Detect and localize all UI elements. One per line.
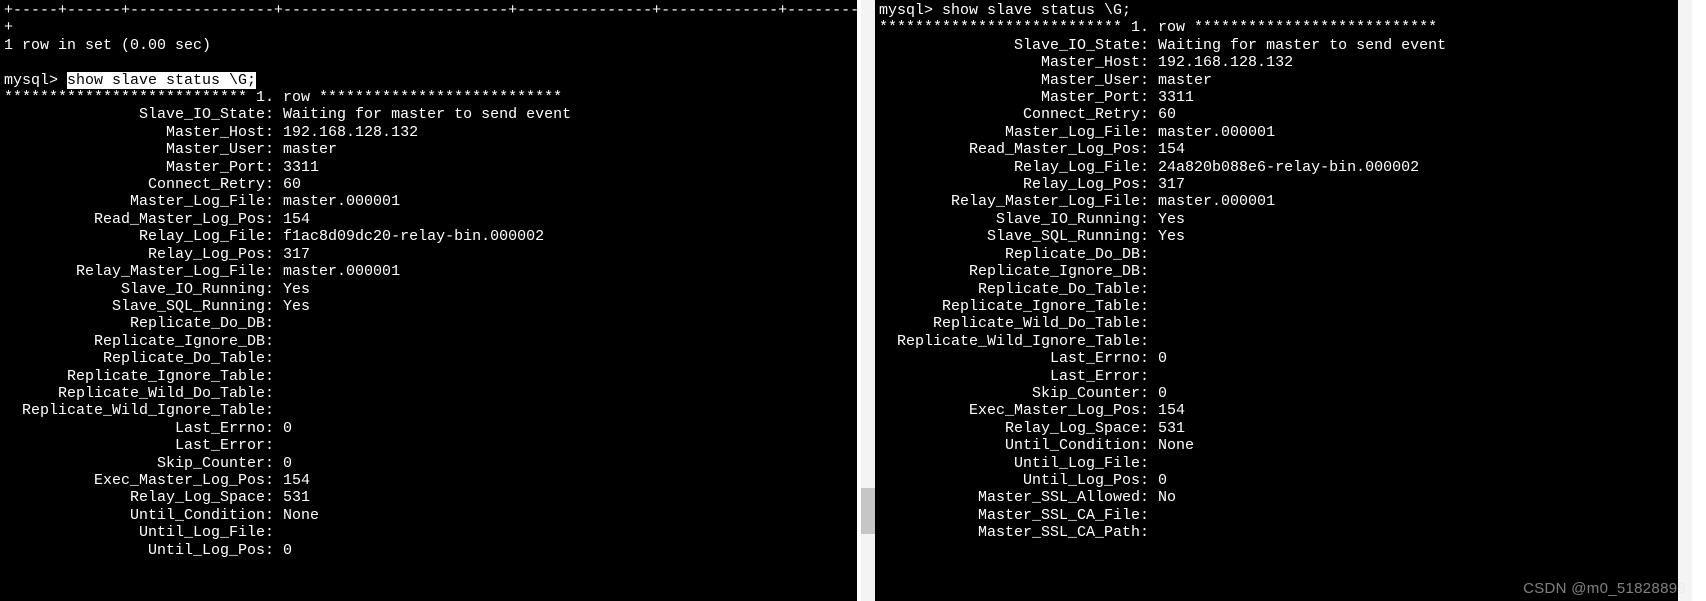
command-text: show slave status \G; — [942, 2, 1131, 19]
table-border-row: +-----+------+----------------+---------… — [4, 2, 853, 19]
table-plus-row: + — [4, 19, 853, 36]
terminal-pane-left[interactable]: +-----+------+----------------+---------… — [0, 0, 857, 601]
row-header: *************************** 1. row *****… — [4, 89, 853, 106]
scrollbar-track-right[interactable] — [1678, 0, 1692, 601]
mysql-prompt-line: mysql> show slave status \G; — [4, 72, 853, 89]
terminal-pane-right[interactable]: mysql> show slave status \G; ***********… — [875, 0, 1692, 601]
row-header: *************************** 1. row *****… — [879, 19, 1688, 36]
app-container: +-----+------+----------------+---------… — [0, 0, 1706, 601]
pane-divider — [857, 0, 875, 601]
mysql-prompt: mysql> — [879, 2, 942, 19]
slave-status-fields-right: Slave_IO_State: Waiting for master to se… — [879, 37, 1688, 542]
mysql-prompt-line: mysql> show slave status \G; — [879, 2, 1688, 19]
watermark-text: CSDN @m0_51828898 — [1523, 580, 1686, 597]
scrollbar-track-left[interactable] — [861, 0, 875, 601]
command-selected[interactable]: show slave status \G; — [67, 72, 256, 89]
rows-in-set: 1 row in set (0.00 sec) — [4, 37, 853, 54]
slave-status-fields-left: Slave_IO_State: Waiting for master to se… — [4, 106, 853, 559]
scrollbar-thumb-left[interactable] — [861, 488, 875, 534]
mysql-prompt: mysql> — [4, 72, 67, 89]
blank-line — [4, 54, 853, 71]
